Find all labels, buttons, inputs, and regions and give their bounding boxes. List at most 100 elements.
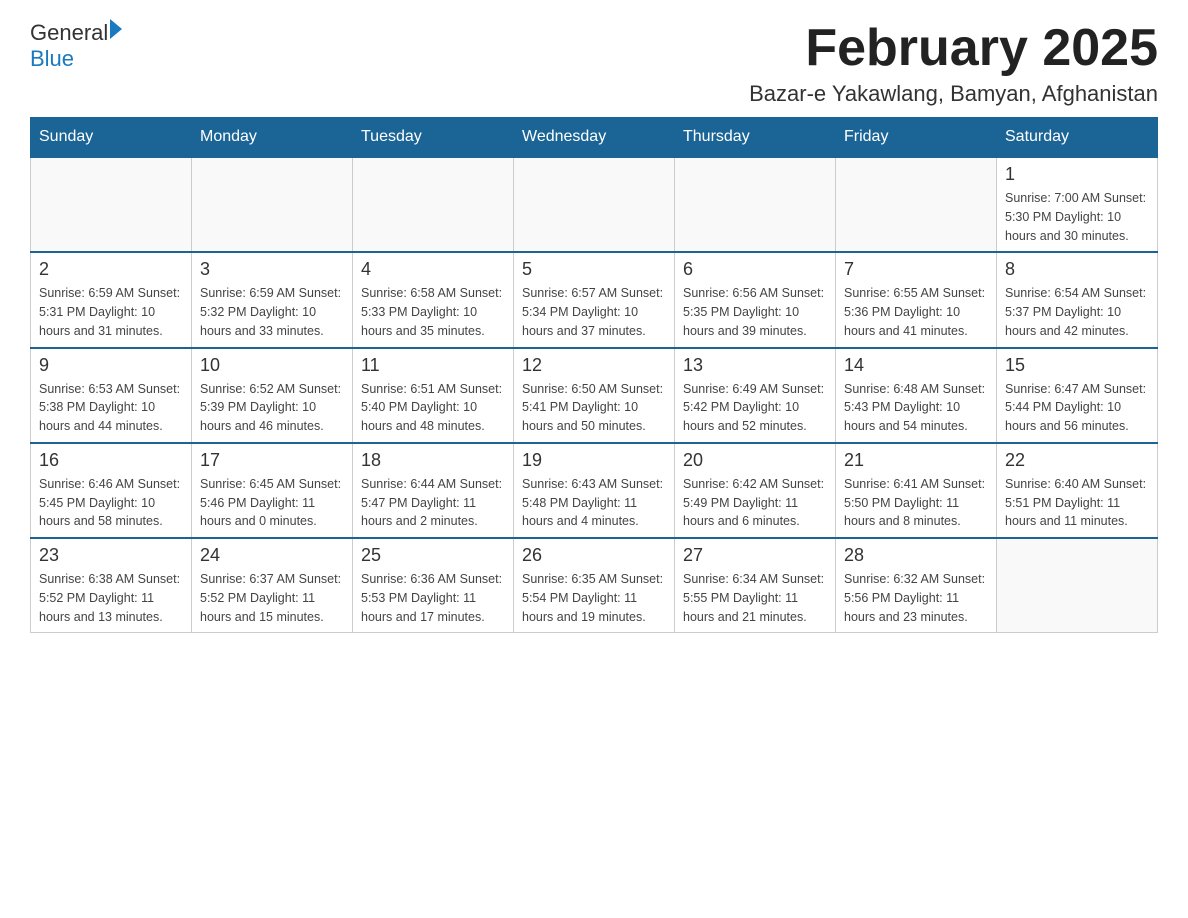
column-header-friday: Friday bbox=[836, 118, 997, 158]
day-info: Sunrise: 6:35 AM Sunset: 5:54 PM Dayligh… bbox=[522, 570, 666, 626]
day-info: Sunrise: 6:46 AM Sunset: 5:45 PM Dayligh… bbox=[39, 475, 183, 531]
day-info: Sunrise: 6:44 AM Sunset: 5:47 PM Dayligh… bbox=[361, 475, 505, 531]
calendar-day: 8 Sunrise: 6:54 AM Sunset: 5:37 PM Daylig… bbox=[997, 252, 1158, 347]
day-number: 17 bbox=[200, 450, 344, 471]
calendar-day: 17 Sunrise: 6:45 AM Sunset: 5:46 PM Dayli… bbox=[192, 443, 353, 538]
calendar-table: SundayMondayTuesdayWednesdayThursdayFrid… bbox=[30, 117, 1158, 633]
day-info: Sunrise: 6:40 AM Sunset: 5:51 PM Dayligh… bbox=[1005, 475, 1149, 531]
calendar-week-row: 16 Sunrise: 6:46 AM Sunset: 5:45 PM Dayli… bbox=[31, 443, 1158, 538]
day-number: 19 bbox=[522, 450, 666, 471]
page-header: General Blue February 2025 Bazar-e Yakaw… bbox=[30, 20, 1158, 107]
logo-blue: Blue bbox=[30, 46, 122, 72]
day-number: 20 bbox=[683, 450, 827, 471]
day-number: 26 bbox=[522, 545, 666, 566]
day-number: 8 bbox=[1005, 259, 1149, 280]
day-number: 5 bbox=[522, 259, 666, 280]
location-subtitle: Bazar-e Yakawlang, Bamyan, Afghanistan bbox=[749, 81, 1158, 107]
calendar-day: 19 Sunrise: 6:43 AM Sunset: 5:48 PM Dayli… bbox=[514, 443, 675, 538]
day-number: 25 bbox=[361, 545, 505, 566]
calendar-day bbox=[353, 157, 514, 252]
calendar-week-row: 23 Sunrise: 6:38 AM Sunset: 5:52 PM Dayli… bbox=[31, 538, 1158, 633]
calendar-day: 23 Sunrise: 6:38 AM Sunset: 5:52 PM Dayli… bbox=[31, 538, 192, 633]
calendar-day bbox=[836, 157, 997, 252]
calendar-day bbox=[31, 157, 192, 252]
logo-arrow-icon bbox=[110, 19, 122, 39]
calendar-week-row: 1 Sunrise: 7:00 AM Sunset: 5:30 PM Daylig… bbox=[31, 157, 1158, 252]
day-info: Sunrise: 6:48 AM Sunset: 5:43 PM Dayligh… bbox=[844, 380, 988, 436]
calendar-day: 15Sunrise: 6:47 AM Sunset: 5:44 PM Dayli… bbox=[997, 348, 1158, 443]
calendar-day: 27 Sunrise: 6:34 AM Sunset: 5:55 PM Dayli… bbox=[675, 538, 836, 633]
column-header-sunday: Sunday bbox=[31, 118, 192, 158]
day-info: Sunrise: 6:51 AM Sunset: 5:40 PM Dayligh… bbox=[361, 380, 505, 436]
calendar-day bbox=[997, 538, 1158, 633]
day-number: 7 bbox=[844, 259, 988, 280]
column-header-thursday: Thursday bbox=[675, 118, 836, 158]
calendar-day: 20 Sunrise: 6:42 AM Sunset: 5:49 PM Dayli… bbox=[675, 443, 836, 538]
day-info: Sunrise: 6:38 AM Sunset: 5:52 PM Dayligh… bbox=[39, 570, 183, 626]
day-info: Sunrise: 6:50 AM Sunset: 5:41 PM Dayligh… bbox=[522, 380, 666, 436]
day-number: 14 bbox=[844, 355, 988, 376]
day-number: 23 bbox=[39, 545, 183, 566]
day-number: 3 bbox=[200, 259, 344, 280]
calendar-day: 28Sunrise: 6:32 AM Sunset: 5:56 PM Dayli… bbox=[836, 538, 997, 633]
calendar-day: 1 Sunrise: 7:00 AM Sunset: 5:30 PM Daylig… bbox=[997, 157, 1158, 252]
calendar-week-row: 2Sunrise: 6:59 AM Sunset: 5:31 PM Daylig… bbox=[31, 252, 1158, 347]
day-info: Sunrise: 6:42 AM Sunset: 5:49 PM Dayligh… bbox=[683, 475, 827, 531]
calendar-day: 2Sunrise: 6:59 AM Sunset: 5:31 PM Daylig… bbox=[31, 252, 192, 347]
day-number: 6 bbox=[683, 259, 827, 280]
day-number: 1 bbox=[1005, 164, 1149, 185]
day-info: Sunrise: 6:34 AM Sunset: 5:55 PM Dayligh… bbox=[683, 570, 827, 626]
day-info: Sunrise: 6:57 AM Sunset: 5:34 PM Dayligh… bbox=[522, 284, 666, 340]
column-header-tuesday: Tuesday bbox=[353, 118, 514, 158]
day-number: 22 bbox=[1005, 450, 1149, 471]
day-info: Sunrise: 6:49 AM Sunset: 5:42 PM Dayligh… bbox=[683, 380, 827, 436]
calendar-day: 16 Sunrise: 6:46 AM Sunset: 5:45 PM Dayli… bbox=[31, 443, 192, 538]
calendar-week-row: 9 Sunrise: 6:53 AM Sunset: 5:38 PM Daylig… bbox=[31, 348, 1158, 443]
calendar-day: 4Sunrise: 6:58 AM Sunset: 5:33 PM Daylig… bbox=[353, 252, 514, 347]
month-title: February 2025 bbox=[749, 20, 1158, 77]
calendar-day bbox=[675, 157, 836, 252]
column-header-saturday: Saturday bbox=[997, 118, 1158, 158]
calendar-day: 24Sunrise: 6:37 AM Sunset: 5:52 PM Dayli… bbox=[192, 538, 353, 633]
calendar-day: 14 Sunrise: 6:48 AM Sunset: 5:43 PM Dayli… bbox=[836, 348, 997, 443]
day-info: Sunrise: 7:00 AM Sunset: 5:30 PM Dayligh… bbox=[1005, 189, 1149, 245]
day-number: 21 bbox=[844, 450, 988, 471]
day-info: Sunrise: 6:36 AM Sunset: 5:53 PM Dayligh… bbox=[361, 570, 505, 626]
day-info: Sunrise: 6:41 AM Sunset: 5:50 PM Dayligh… bbox=[844, 475, 988, 531]
day-number: 13 bbox=[683, 355, 827, 376]
calendar-day: 18 Sunrise: 6:44 AM Sunset: 5:47 PM Dayli… bbox=[353, 443, 514, 538]
day-number: 18 bbox=[361, 450, 505, 471]
calendar-header-row: SundayMondayTuesdayWednesdayThursdayFrid… bbox=[31, 118, 1158, 158]
day-info: Sunrise: 6:52 AM Sunset: 5:39 PM Dayligh… bbox=[200, 380, 344, 436]
day-info: Sunrise: 6:32 AM Sunset: 5:56 PM Dayligh… bbox=[844, 570, 988, 626]
calendar-day: 11 Sunrise: 6:51 AM Sunset: 5:40 PM Dayli… bbox=[353, 348, 514, 443]
calendar-day: 9 Sunrise: 6:53 AM Sunset: 5:38 PM Daylig… bbox=[31, 348, 192, 443]
calendar-day: 21 Sunrise: 6:41 AM Sunset: 5:50 PM Dayli… bbox=[836, 443, 997, 538]
day-number: 11 bbox=[361, 355, 505, 376]
day-info: Sunrise: 6:53 AM Sunset: 5:38 PM Dayligh… bbox=[39, 380, 183, 436]
day-number: 9 bbox=[39, 355, 183, 376]
day-number: 10 bbox=[200, 355, 344, 376]
calendar-day bbox=[514, 157, 675, 252]
logo-general: General bbox=[30, 20, 108, 46]
day-info: Sunrise: 6:56 AM Sunset: 5:35 PM Dayligh… bbox=[683, 284, 827, 340]
calendar-day: 26 Sunrise: 6:35 AM Sunset: 5:54 PM Dayli… bbox=[514, 538, 675, 633]
day-number: 16 bbox=[39, 450, 183, 471]
day-info: Sunrise: 6:59 AM Sunset: 5:32 PM Dayligh… bbox=[200, 284, 344, 340]
day-info: Sunrise: 6:45 AM Sunset: 5:46 PM Dayligh… bbox=[200, 475, 344, 531]
calendar-day: 5 Sunrise: 6:57 AM Sunset: 5:34 PM Daylig… bbox=[514, 252, 675, 347]
day-info: Sunrise: 6:37 AM Sunset: 5:52 PM Dayligh… bbox=[200, 570, 344, 626]
day-info: Sunrise: 6:43 AM Sunset: 5:48 PM Dayligh… bbox=[522, 475, 666, 531]
calendar-day: 25 Sunrise: 6:36 AM Sunset: 5:53 PM Dayli… bbox=[353, 538, 514, 633]
calendar-day: 3 Sunrise: 6:59 AM Sunset: 5:32 PM Daylig… bbox=[192, 252, 353, 347]
day-number: 12 bbox=[522, 355, 666, 376]
day-number: 4 bbox=[361, 259, 505, 280]
day-info: Sunrise: 6:47 AM Sunset: 5:44 PM Dayligh… bbox=[1005, 380, 1149, 436]
calendar-day: 12 Sunrise: 6:50 AM Sunset: 5:41 PM Dayli… bbox=[514, 348, 675, 443]
calendar-day: 10 Sunrise: 6:52 AM Sunset: 5:39 PM Dayli… bbox=[192, 348, 353, 443]
day-info: Sunrise: 6:54 AM Sunset: 5:37 PM Dayligh… bbox=[1005, 284, 1149, 340]
logo: General Blue bbox=[30, 20, 122, 72]
calendar-day: 22 Sunrise: 6:40 AM Sunset: 5:51 PM Dayli… bbox=[997, 443, 1158, 538]
day-number: 2 bbox=[39, 259, 183, 280]
day-number: 27 bbox=[683, 545, 827, 566]
